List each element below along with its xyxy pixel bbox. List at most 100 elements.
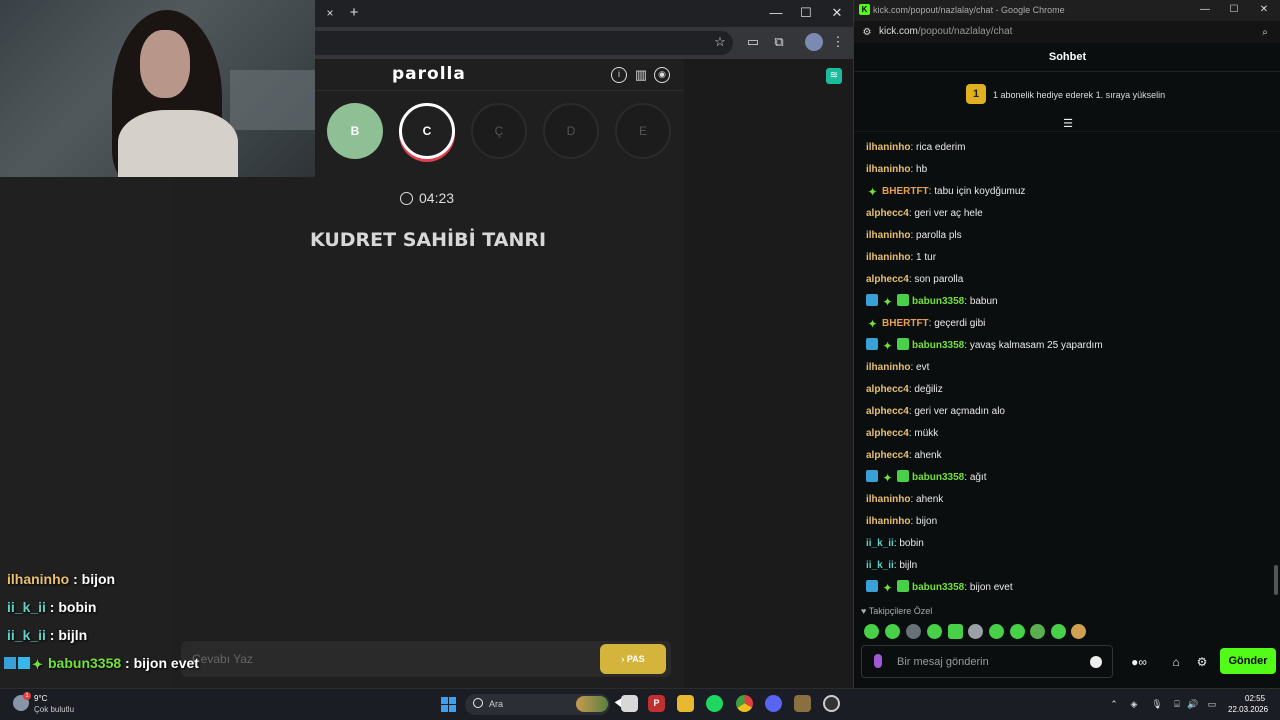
chat-username[interactable]: ilhaninho (866, 164, 910, 175)
translate-icon[interactable]: ▭ (744, 33, 762, 51)
chat-username[interactable]: babun3358 (912, 340, 964, 351)
send-button[interactable]: Gönder (1220, 648, 1276, 674)
emote-icon[interactable] (906, 624, 921, 639)
chat-username[interactable]: ilhaninho (866, 142, 910, 153)
weather-description[interactable]: Çok bulutlu (34, 705, 74, 714)
emote-icon[interactable] (864, 624, 879, 639)
profile-avatar-icon[interactable] (805, 33, 823, 51)
vip-badge-icon[interactable] (866, 338, 878, 350)
chat-username[interactable]: alphecc4 (866, 384, 909, 395)
chrome-icon[interactable] (736, 695, 753, 712)
chat-username[interactable]: babun3358 (912, 582, 964, 593)
filter-icon[interactable]: ☰ (1062, 119, 1074, 130)
steam-tray-icon[interactable]: ◈ (1128, 698, 1140, 710)
pass-button[interactable]: › PAS (600, 644, 666, 674)
chat-username[interactable]: BHERTFT (882, 186, 929, 197)
file-explorer-icon[interactable] (677, 695, 694, 712)
chat-username[interactable]: ilhaninho (866, 516, 910, 527)
chat-username[interactable]: alphecc4 (866, 208, 909, 219)
address-bar[interactable] (315, 31, 733, 55)
microphone-tray-icon[interactable]: 🎙 (1151, 698, 1163, 710)
chat-minimize-button[interactable]: — (1196, 1, 1214, 19)
chat-username[interactable]: babun3358 (912, 472, 964, 483)
chat-username[interactable]: ii_k_ii (866, 538, 894, 549)
minimize-button[interactable]: — (767, 4, 785, 22)
tray-overflow-chevron-icon[interactable]: ⌃ (1108, 698, 1120, 710)
spotify-icon[interactable] (706, 695, 723, 712)
emote-icon[interactable] (1010, 624, 1025, 639)
stats-icon[interactable]: ▥ (633, 67, 649, 83)
steam-like-app-icon[interactable] (823, 695, 840, 712)
chat-username[interactable]: alphecc4 (866, 406, 909, 417)
tab-close-icon[interactable]: × (323, 6, 337, 20)
bookmark-star-icon[interactable]: ☆ (711, 33, 729, 51)
emote-icon[interactable] (885, 624, 900, 639)
chat-username[interactable]: alphecc4 (866, 428, 909, 439)
discord-icon[interactable] (765, 695, 782, 712)
game-title[interactable]: parolla (392, 64, 466, 84)
vip-badge-icon[interactable] (866, 580, 878, 592)
extension-floating-icon[interactable]: ≋ (826, 68, 842, 84)
star-badge-icon[interactable]: ✦ (866, 318, 879, 330)
chat-username[interactable]: alphecc4 (866, 274, 909, 285)
emote-icon[interactable] (927, 624, 942, 639)
star-badge-icon[interactable]: ✦ (881, 472, 894, 484)
vip-badge-icon[interactable] (866, 470, 878, 482)
info-icon[interactable]: i (611, 67, 627, 83)
emote-icon[interactable] (948, 624, 963, 639)
gift-prompt-text[interactable]: 1 abonelik hediye ederek 1. sıraya yükse… (993, 90, 1165, 100)
chat-scrollbar[interactable] (1274, 565, 1278, 595)
chat-url[interactable]: kick.com/popout/nazlalay/chat (879, 26, 1012, 37)
network-icon[interactable]: ⌸ (1171, 698, 1183, 710)
vip-badge-icon[interactable] (866, 294, 878, 306)
chat-maximize-button[interactable]: ☐ (1225, 1, 1243, 19)
gift-badge-icon[interactable] (897, 470, 909, 482)
chat-message-input[interactable] (897, 654, 1082, 670)
task-view-icon[interactable] (621, 695, 638, 712)
chat-username[interactable]: ii_k_ii (866, 560, 894, 571)
chat-close-button[interactable]: ✕ (1255, 1, 1273, 19)
browser-menu-icon[interactable]: ⋮ (829, 33, 847, 51)
profile-icon[interactable]: ◉ (654, 67, 670, 83)
gift-badge-icon[interactable] (897, 294, 909, 306)
maximize-button[interactable]: ☐ (797, 4, 815, 22)
chat-username[interactable]: ilhaninho (866, 494, 910, 505)
windows-start-icon[interactable] (441, 697, 456, 712)
emote-icon[interactable] (1071, 624, 1086, 639)
new-tab-button[interactable]: + (346, 5, 362, 21)
chat-message: ilhaninho: parolla pls (866, 228, 962, 244)
chat-username[interactable]: babun3358 (912, 296, 964, 307)
chat-username[interactable]: ilhaninho (866, 230, 910, 241)
store-icon[interactable]: ⌂ (1168, 654, 1184, 670)
answer-input[interactable] (192, 650, 582, 668)
chat-username[interactable]: BHERTFT (882, 318, 929, 329)
emote-menu-icon[interactable]: ●∞ (1125, 654, 1153, 670)
star-badge-icon[interactable]: ✦ (881, 340, 894, 352)
clock-date[interactable]: 22.03.2026 (1228, 705, 1268, 714)
settings-gear-icon[interactable]: ⚙ (1194, 654, 1210, 670)
star-badge-icon[interactable]: ✦ (881, 296, 894, 308)
site-settings-icon[interactable]: ⚙ (858, 24, 876, 42)
emote-icon[interactable] (989, 624, 1004, 639)
emoji-picker-icon[interactable] (1090, 656, 1102, 668)
chat-username[interactable]: alphecc4 (866, 450, 909, 461)
game-launcher-icon[interactable] (794, 695, 811, 712)
gift-badge-icon[interactable] (897, 580, 909, 592)
battery-icon[interactable]: ▭ (1205, 698, 1219, 710)
zoom-search-icon[interactable]: ⌕ (1256, 24, 1274, 42)
gift-badge-icon[interactable] (897, 338, 909, 350)
weather-temperature[interactable]: 9°C (34, 694, 47, 703)
clock-time[interactable]: 02:55 (1245, 694, 1265, 703)
emote-icon[interactable] (1030, 624, 1045, 639)
star-badge-icon[interactable]: ✦ (881, 582, 894, 594)
emote-icon[interactable] (1051, 624, 1066, 639)
star-badge-icon[interactable]: ✦ (866, 186, 879, 198)
emote-icon[interactable] (968, 624, 983, 639)
pocket-app-icon[interactable]: P (648, 695, 665, 712)
close-window-button[interactable]: ✕ (828, 4, 846, 22)
extensions-icon[interactable]: ⧉ (770, 33, 788, 51)
chat-username[interactable]: ilhaninho (866, 252, 910, 263)
microphone-icon[interactable] (874, 654, 882, 668)
volume-icon[interactable]: 🔊 (1187, 698, 1199, 710)
chat-username[interactable]: ilhaninho (866, 362, 910, 373)
